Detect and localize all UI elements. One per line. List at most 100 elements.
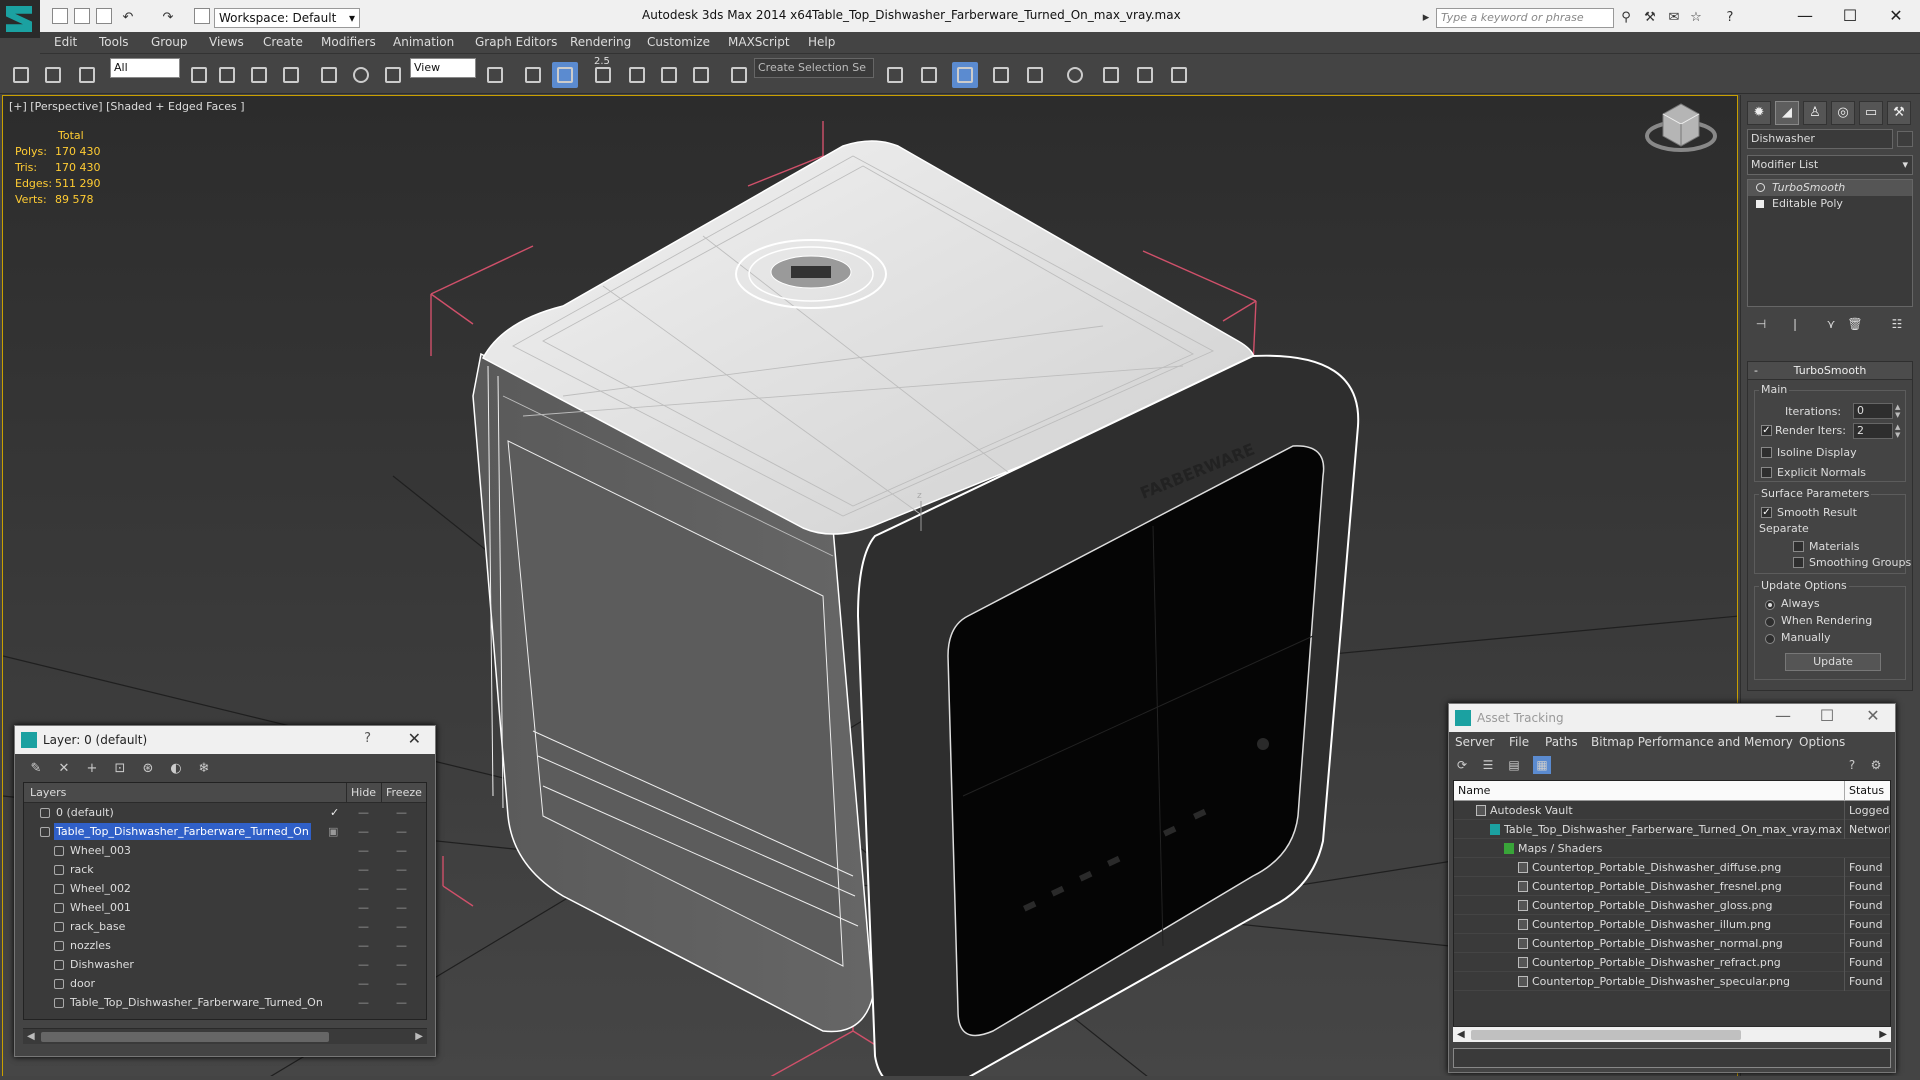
- column-status[interactable]: Status: [1844, 781, 1890, 801]
- when-rendering-radio[interactable]: [1765, 617, 1775, 627]
- select-object-icon[interactable]: [186, 62, 212, 88]
- project-folder-icon[interactable]: [194, 8, 210, 24]
- rect-selection-icon[interactable]: [246, 62, 272, 88]
- menu-help[interactable]: Help: [808, 35, 835, 49]
- render-iters-checkbox[interactable]: ✓: [1761, 425, 1772, 436]
- hide-toggle[interactable]: —: [358, 822, 369, 841]
- open-file-icon[interactable]: [74, 8, 90, 24]
- hide-toggle[interactable]: —: [358, 993, 369, 1012]
- viewport-label[interactable]: [+] [Perspective] [Shaded + Edged Faces …: [9, 100, 245, 113]
- minimize-icon[interactable]: —: [1763, 706, 1803, 725]
- hide-all-layers-icon[interactable]: ◐: [167, 760, 185, 778]
- asset-menu-paths[interactable]: Paths: [1545, 735, 1578, 749]
- new-file-icon[interactable]: [52, 8, 68, 24]
- scroll-left-icon[interactable]: ◀: [27, 1029, 35, 1045]
- asset-row[interactable]: Table_Top_Dishwasher_Farberware_Turned_O…: [1454, 820, 1890, 839]
- freeze-toggle[interactable]: —: [396, 917, 407, 936]
- hide-toggle[interactable]: —: [358, 917, 369, 936]
- asset-row[interactable]: Countertop_Portable_Dishwasher_diffuse.p…: [1454, 858, 1890, 877]
- utilities-tab-icon[interactable]: ⚒: [1887, 101, 1911, 125]
- binoculars-icon[interactable]: ⚲: [1618, 10, 1634, 26]
- layer-row[interactable]: Table_Top_Dishwasher_Farberware_Turned_O…: [24, 822, 426, 841]
- menu-animation[interactable]: Animation: [393, 35, 454, 49]
- layer-row[interactable]: nozzles — —: [24, 936, 426, 955]
- asset-menu-server[interactable]: Server: [1455, 735, 1494, 749]
- freeze-toggle[interactable]: —: [396, 879, 407, 898]
- app-logo-icon[interactable]: [0, 0, 40, 38]
- hide-toggle[interactable]: —: [358, 841, 369, 860]
- menu-tools[interactable]: Tools: [99, 35, 129, 49]
- mirror-icon[interactable]: [882, 62, 908, 88]
- hide-toggle[interactable]: —: [358, 860, 369, 879]
- menu-maxscript[interactable]: MAXScript: [728, 35, 790, 49]
- graphite-ribbon-icon[interactable]: [988, 62, 1014, 88]
- spinner-arrows-icon[interactable]: ▲ ▼: [1895, 423, 1903, 439]
- manually-radio[interactable]: [1765, 634, 1775, 644]
- freeze-all-layers-icon[interactable]: ❄: [195, 760, 213, 778]
- highlight-selected-icon[interactable]: ⊛: [139, 760, 157, 778]
- asset-horizontal-scrollbar[interactable]: ◀ ▶: [1453, 1026, 1891, 1042]
- hide-toggle[interactable]: —: [358, 898, 369, 917]
- window-crossing-icon[interactable]: [278, 62, 304, 88]
- asset-menu-options[interactable]: Options: [1799, 735, 1845, 749]
- redo-icon[interactable]: ↷: [160, 10, 176, 26]
- scroll-right-icon[interactable]: ▶: [415, 1029, 423, 1045]
- select-and-link-icon[interactable]: [8, 62, 34, 88]
- scrollbar-thumb[interactable]: [41, 1032, 329, 1042]
- select-manipulate-icon[interactable]: [520, 62, 546, 88]
- selection-filter-dropdown[interactable]: All: [110, 58, 180, 78]
- asset-row[interactable]: Countertop_Portable_Dishwasher_gloss.png…: [1454, 896, 1890, 915]
- refresh-icon[interactable]: ⟳: [1453, 756, 1471, 774]
- freeze-toggle[interactable]: —: [396, 803, 407, 822]
- table-view-icon[interactable]: ▦: [1533, 756, 1551, 774]
- rotate-icon[interactable]: [348, 62, 374, 88]
- column-name[interactable]: Name: [1458, 781, 1490, 801]
- scroll-left-icon[interactable]: ◀: [1457, 1027, 1465, 1043]
- workspace-dropdown[interactable]: Workspace: Default ▾: [214, 8, 360, 28]
- edit-named-selection-icon[interactable]: [726, 62, 752, 88]
- search-expand-icon[interactable]: ▸: [1418, 10, 1434, 26]
- save-file-icon[interactable]: [96, 8, 112, 24]
- display-tab-icon[interactable]: ▭: [1859, 101, 1883, 125]
- minimize-icon[interactable]: —: [1785, 4, 1825, 28]
- angle-snap-icon[interactable]: [624, 62, 650, 88]
- stack-item-editable-poly[interactable]: Editable Poly: [1748, 196, 1912, 212]
- scrollbar-thumb[interactable]: [1471, 1030, 1741, 1040]
- rollout-header[interactable]: - TurboSmooth: [1748, 362, 1912, 380]
- pivot-center-icon[interactable]: [482, 62, 508, 88]
- keyboard-shortcut-icon[interactable]: [552, 62, 578, 88]
- update-button[interactable]: Update: [1785, 653, 1881, 671]
- add-to-layer-icon[interactable]: +: [83, 760, 101, 778]
- unlink-icon[interactable]: [40, 62, 66, 88]
- maximize-icon[interactable]: ☐: [1830, 4, 1870, 28]
- render-setup-icon[interactable]: [1098, 62, 1124, 88]
- layer-row[interactable]: door — —: [24, 974, 426, 993]
- modify-tab-icon[interactable]: ◢: [1775, 101, 1799, 125]
- modifier-list-dropdown[interactable]: Modifier List ▾: [1747, 155, 1913, 175]
- search-input[interactable]: Type a keyword or phrase: [1436, 8, 1614, 28]
- freeze-toggle[interactable]: —: [396, 993, 407, 1012]
- freeze-toggle[interactable]: —: [396, 841, 407, 860]
- freeze-toggle[interactable]: —: [396, 860, 407, 879]
- column-layers[interactable]: Layers: [30, 783, 66, 803]
- explicit-normals-checkbox[interactable]: [1761, 467, 1772, 478]
- object-name-field[interactable]: Dishwasher: [1747, 129, 1893, 149]
- hide-toggle[interactable]: —: [358, 879, 369, 898]
- configure-modifier-sets-icon[interactable]: ☷: [1889, 317, 1905, 333]
- asset-row[interactable]: Countertop_Portable_Dishwasher_normal.pn…: [1454, 934, 1890, 953]
- select-objects-in-layer-icon[interactable]: ⊡: [111, 760, 129, 778]
- smooth-result-checkbox[interactable]: ✓: [1761, 507, 1772, 518]
- select-by-name-icon[interactable]: [214, 62, 240, 88]
- menu-group[interactable]: Group: [151, 35, 188, 49]
- menu-modifiers[interactable]: Modifiers: [321, 35, 376, 49]
- lightbulb-icon[interactable]: [1756, 183, 1765, 192]
- motion-tab-icon[interactable]: ◎: [1831, 101, 1855, 125]
- percent-snap-icon[interactable]: [656, 62, 682, 88]
- layer-row[interactable]: rack — —: [24, 860, 426, 879]
- bind-space-warp-icon[interactable]: [74, 62, 100, 88]
- show-end-result-icon[interactable]: ❘: [1787, 317, 1803, 333]
- menu-create[interactable]: Create: [263, 35, 303, 49]
- object-color-swatch[interactable]: [1897, 131, 1913, 147]
- layer-row[interactable]: 0 (default) ✓ — —: [24, 803, 426, 822]
- hide-toggle[interactable]: —: [358, 955, 369, 974]
